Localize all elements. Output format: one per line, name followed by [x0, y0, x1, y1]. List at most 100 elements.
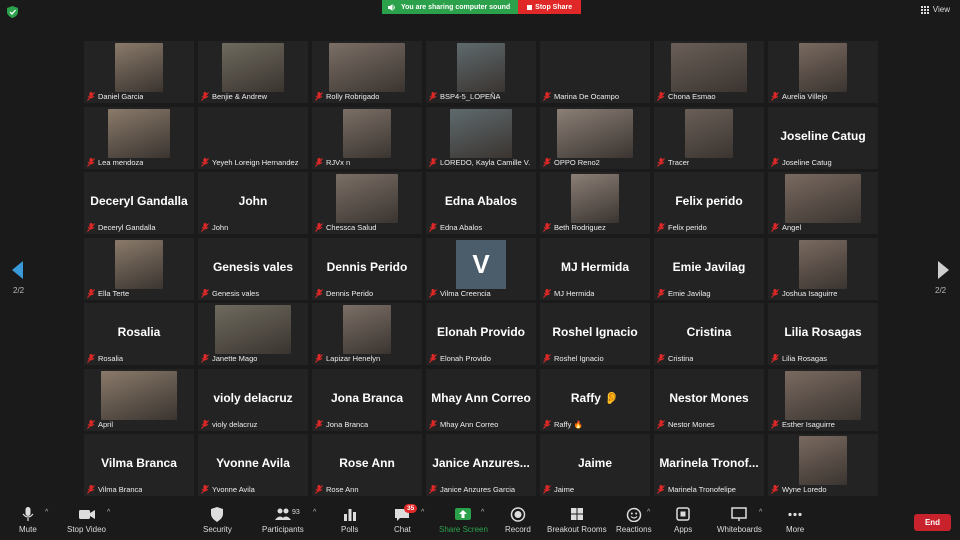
apps-label: Apps: [674, 525, 693, 534]
participant-tile[interactable]: Lapizar Henelyn: [312, 303, 422, 365]
participants-label: Participants: [262, 525, 304, 534]
participant-display-name: MJ Hermida: [560, 259, 630, 274]
participant-tile[interactable]: Rose Ann Rose Ann: [312, 434, 422, 496]
participant-name: Yvonne Avila: [212, 485, 255, 494]
more-button[interactable]: More: [786, 507, 804, 534]
muted-mic-icon: [771, 92, 779, 101]
participant-display-name: Rosalia: [117, 325, 161, 339]
participant-tile[interactable]: Yvonne Avila Yvonne Avila: [198, 434, 308, 496]
participant-tile[interactable]: Lea mendoza: [84, 106, 194, 169]
audio-options-caret-icon[interactable]: ^: [45, 509, 48, 516]
participant-name: Rosalia: [98, 354, 124, 363]
meeting-toolbar: Mute ^ Stop Video ^ Security Participant…: [0, 500, 960, 540]
participant-tile[interactable]: Deceryl Gandalla Deceryl Gandalla: [84, 172, 194, 234]
polls-button[interactable]: Polls: [341, 507, 358, 534]
participant-name: Cristina: [668, 354, 694, 363]
participant-tile[interactable]: Joseline Catug Joseline Catug: [768, 106, 878, 169]
participant-tile[interactable]: V Vilma Creencia: [426, 237, 536, 300]
participant-tile[interactable]: Roshel Ignacio Roshel Ignacio: [540, 303, 650, 365]
end-meeting-button[interactable]: End: [914, 514, 951, 531]
security-button[interactable]: Security: [203, 507, 232, 534]
whiteboard-icon: [731, 507, 748, 521]
participant-tile[interactable]: Tracer: [654, 106, 764, 169]
previous-page-arrow-icon[interactable]: [11, 261, 25, 279]
participant-tile[interactable]: Genesis vales Genesis vales: [198, 237, 308, 300]
participant-tile[interactable]: OPPO Reno2: [540, 106, 650, 169]
participant-tile[interactable]: Vilma Branca Vilma Branca: [84, 434, 194, 496]
muted-mic-icon: [771, 223, 779, 232]
participant-tile[interactable]: Daniel Garcia: [84, 41, 194, 103]
participant-tile[interactable]: Chessca Salud: [312, 172, 422, 234]
participant-name: Lilia Rosagas: [782, 354, 828, 363]
participants-options-caret-icon[interactable]: ^: [313, 509, 316, 516]
chat-options-caret-icon[interactable]: ^: [421, 509, 424, 516]
view-button[interactable]: View: [920, 5, 950, 14]
stop-video-button[interactable]: Stop Video: [67, 507, 106, 534]
participant-tile[interactable]: RJVx n: [312, 106, 422, 169]
mute-button[interactable]: Mute: [19, 507, 37, 534]
share-options-caret-icon[interactable]: ^: [481, 509, 484, 516]
participant-name: Angel: [782, 223, 802, 232]
participant-tile[interactable]: Felix perido Felix perido: [654, 172, 764, 234]
participant-tile[interactable]: Angel: [768, 172, 878, 234]
participant-tile[interactable]: Edna Abalos Edna Abalos: [426, 172, 536, 234]
security-shield-icon[interactable]: [7, 6, 18, 18]
participant-tile[interactable]: BSP4-5_LOPEÑA: [426, 41, 536, 103]
participant-video-thumbnail: [336, 174, 398, 223]
participant-tile[interactable]: Janice Anzures... Janice Anzures Garcia: [426, 434, 536, 496]
participant-tile[interactable]: Cristina Cristina: [654, 303, 764, 365]
participant-tile[interactable]: Jaime Jaime: [540, 434, 650, 496]
participant-video-thumbnail: [115, 43, 163, 92]
participant-name-label: Elonah Provido: [429, 354, 491, 363]
participant-tile[interactable]: Aurelia Villejo: [768, 41, 878, 103]
muted-mic-icon: [543, 485, 551, 494]
participant-tile[interactable]: John John: [198, 172, 308, 234]
stop-share-button[interactable]: Stop Share: [518, 0, 582, 14]
whiteboards-label: Whiteboards: [717, 525, 762, 534]
participant-tile[interactable]: Beth Rodriguez: [540, 172, 650, 234]
participant-tile[interactable]: Nestor Mones Nestor Mones: [654, 368, 764, 431]
participant-tile[interactable]: Raffy 👂 Raffy 🔥: [540, 368, 650, 431]
sharing-sound-message: You are sharing computer sound: [382, 0, 519, 14]
participant-display-name: Edna Abalos: [444, 194, 518, 208]
participant-tile[interactable]: LOREDO, Kayla Camille V.: [426, 106, 536, 169]
participant-tile[interactable]: Mhay Ann Correo Mhay Ann Correo: [426, 368, 536, 431]
participant-tile[interactable]: MJ Hermida MJ Hermida: [540, 237, 650, 300]
participant-tile[interactable]: Rolly Robrigado: [312, 41, 422, 103]
participant-tile[interactable]: Yeyeh Loreign Hernandez: [198, 106, 308, 169]
muted-mic-icon: [657, 223, 665, 232]
apps-button[interactable]: Apps: [674, 507, 692, 534]
participant-tile[interactable]: Lilia Rosagas Lilia Rosagas: [768, 303, 878, 365]
participant-name: RJVx n: [326, 157, 351, 167]
reactions-options-caret-icon[interactable]: ^: [647, 509, 650, 516]
chat-label: Chat: [394, 525, 411, 534]
participant-name: Rose Ann: [326, 485, 359, 494]
participant-tile[interactable]: April: [84, 368, 194, 431]
participant-display-name: Joseline Catug: [780, 128, 866, 143]
participant-tile[interactable]: Dennis Perido Dennis Perido: [312, 237, 422, 300]
participant-tile[interactable]: Janette Mago: [198, 303, 308, 365]
participant-tile[interactable]: Esther Isaguirre: [768, 368, 878, 431]
participant-tile[interactable]: Benjie & Andrew: [198, 41, 308, 103]
record-button[interactable]: Record: [505, 507, 531, 534]
participant-tile[interactable]: Wyne Loredo: [768, 434, 878, 496]
participant-tile[interactable]: Chona Esmao: [654, 41, 764, 103]
participant-tile[interactable]: Ella Terte: [84, 237, 194, 300]
participant-tile[interactable]: Marina De Ocampo: [540, 41, 650, 103]
participant-name-label: Joshua Isaguirre: [771, 288, 837, 298]
video-options-caret-icon[interactable]: ^: [107, 509, 110, 516]
participant-tile[interactable]: Joshua Isaguirre: [768, 237, 878, 300]
participant-tile[interactable]: Jona Branca Jona Branca: [312, 368, 422, 431]
whiteboards-button[interactable]: Whiteboards: [717, 507, 762, 534]
whiteboards-options-caret-icon[interactable]: ^: [759, 509, 762, 516]
video-camera-icon: [78, 510, 95, 519]
breakout-rooms-button[interactable]: Breakout Rooms: [547, 507, 607, 534]
participant-tile[interactable]: violy delacruz violy delacruz: [198, 368, 308, 431]
page-indicator-left: 2/2: [13, 286, 25, 295]
participant-name-label: Esther Isaguirre: [771, 419, 835, 429]
participant-tile[interactable]: Rosalia Rosalia: [84, 303, 194, 365]
next-page-arrow-icon[interactable]: [936, 261, 950, 279]
participant-tile[interactable]: Marinela Tronof... Marinela Tronofelipe: [654, 434, 764, 496]
participant-tile[interactable]: Elonah Provido Elonah Provido: [426, 303, 536, 365]
participant-tile[interactable]: Emie Javilag Emie Javilag: [654, 237, 764, 300]
